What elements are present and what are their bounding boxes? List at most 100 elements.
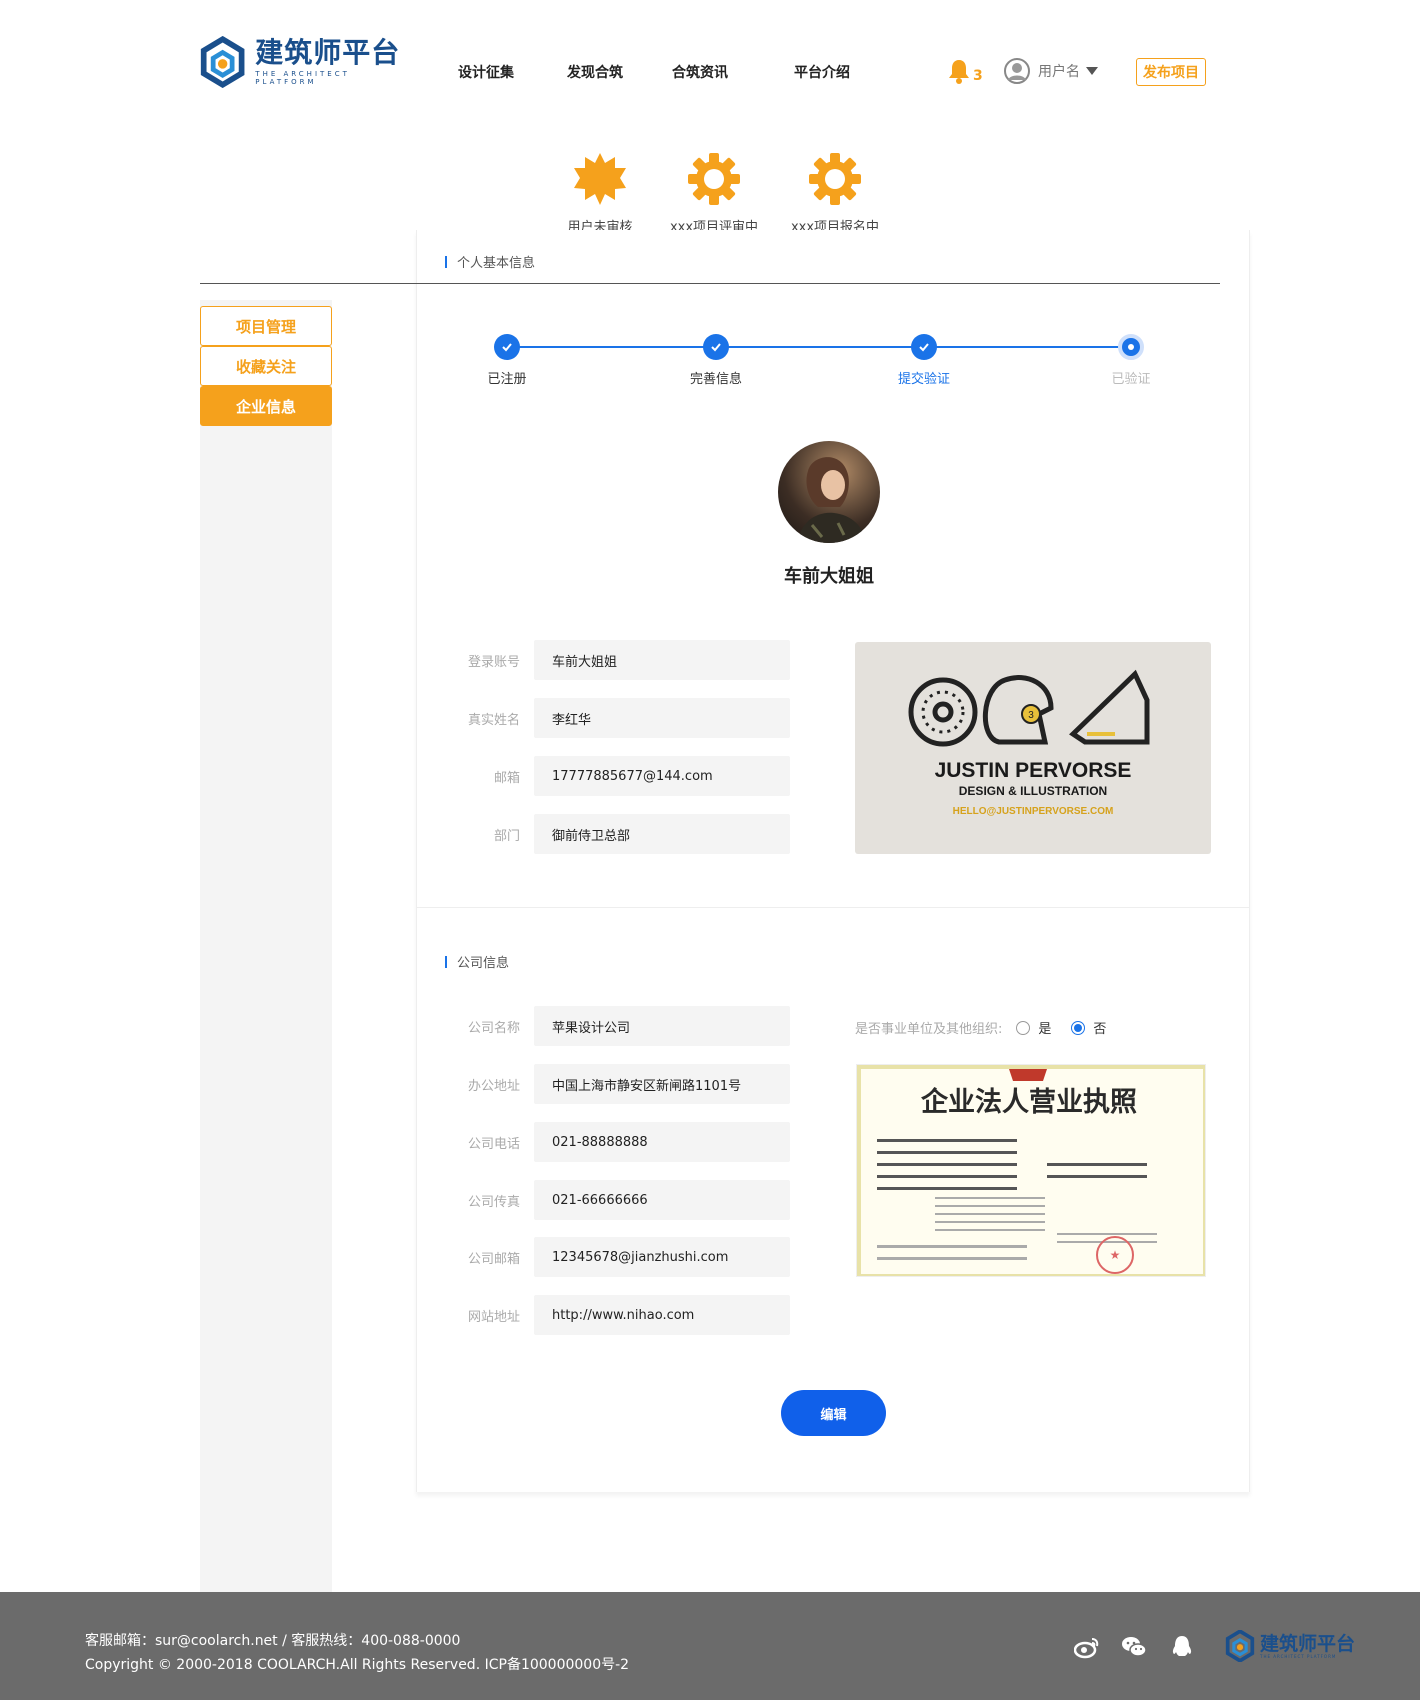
field-label: 部门 — [493, 828, 520, 844]
nav-discover[interactable]: 发现合筑 — [567, 62, 672, 82]
bell-icon — [949, 60, 969, 84]
step-current-dot — [1128, 344, 1134, 350]
step-label: 已验证 — [1111, 372, 1151, 387]
check-icon — [711, 343, 721, 352]
badge-burst-icon — [574, 153, 626, 205]
sidebar-item-project-management[interactable]: 项目管理 — [200, 306, 332, 346]
public-unit-radio-group: 是否事业单位及其他组织: 是 否 — [855, 1018, 1106, 1037]
radio-yes[interactable]: 是 — [1016, 1018, 1051, 1037]
sidebar-item-favorites[interactable]: 收藏关注 — [200, 346, 332, 386]
field-label: 公司邮箱 — [467, 1251, 520, 1267]
business-card-photo: 3 JUSTIN PERVORSE DESIGN & ILLUSTRATION … — [855, 642, 1211, 854]
section-title-text: 公司信息 — [457, 956, 510, 971]
footer-logo-text: 建筑师平台 — [1260, 1632, 1356, 1655]
department-input[interactable]: 御前侍卫总部 — [534, 814, 790, 854]
user-avatar-icon — [1004, 58, 1030, 84]
gear-icon — [688, 153, 740, 205]
real-name-input[interactable]: 李红华 — [534, 698, 790, 738]
step-connector — [507, 346, 1119, 348]
field-label: 办公地址 — [467, 1078, 520, 1094]
radio-checked-icon — [1071, 1020, 1086, 1035]
card-subtitle: DESIGN & ILLUSTRATION — [959, 784, 1107, 798]
profile-name: 车前大姐姐 — [784, 566, 874, 587]
section-marker — [445, 255, 447, 268]
header: 建筑师平台 THE ARCHITECT PLATFORM 设计征集 发现合筑 合… — [0, 0, 1420, 140]
step-done-registered — [494, 334, 520, 360]
nav-about[interactable]: 平台介绍 — [794, 62, 874, 82]
nav-news[interactable]: 合筑资讯 — [672, 62, 794, 82]
company-phone-input[interactable]: 021-88888888 — [534, 1122, 790, 1162]
notification-count: 3 — [973, 68, 983, 84]
svg-text:★: ★ — [1110, 1248, 1121, 1262]
gear-icon — [809, 153, 861, 205]
section-title-personal: 个人基本信息 — [445, 252, 535, 271]
step-label: 完善信息 — [689, 372, 743, 387]
logo[interactable]: 建筑师平台 THE ARCHITECT PLATFORM — [198, 36, 408, 88]
footer-logo[interactable]: 建筑师平台 THE ARCHITECT PLATFORM — [1224, 1630, 1360, 1662]
radio-no[interactable]: 否 — [1071, 1018, 1106, 1037]
user-menu[interactable]: 用户名 — [1004, 58, 1098, 84]
footer: 客服邮箱：sur@coolarch.net / 客服热线：400-088-000… — [0, 1592, 1420, 1700]
footer-logo-subtitle: THE ARCHITECT PLATFORM — [1260, 1653, 1337, 1659]
step-done-profile — [703, 334, 729, 360]
field-company-phone: 公司电话 021-88888888 — [426, 1122, 790, 1162]
radio-label: 否 — [1093, 1022, 1107, 1037]
logo-text: 建筑师平台 — [255, 36, 401, 69]
step-label: 提交验证 — [897, 372, 951, 387]
field-real-name: 真实姓名 李红华 — [426, 698, 790, 738]
business-license-image[interactable]: 企业法人营业执照 ★ — [856, 1064, 1206, 1277]
check-icon — [502, 343, 512, 352]
field-email: 邮箱 17777885677@144.com — [426, 756, 790, 796]
logo-mark-icon — [1225, 1630, 1255, 1662]
publish-project-button[interactable]: 发布项目 — [1136, 58, 1206, 86]
field-label: 登录账号 — [467, 654, 520, 670]
radio-label: 是 — [1038, 1022, 1052, 1037]
company-email-input[interactable]: 12345678@jianzhushi.com — [534, 1237, 790, 1277]
company-fax-input[interactable]: 021-66666666 — [534, 1180, 790, 1220]
section-title-company: 公司信息 — [445, 952, 509, 971]
header-divider — [200, 283, 1220, 284]
business-card-image[interactable]: 3 JUSTIN PERVORSE DESIGN & ILLUSTRATION … — [855, 642, 1211, 854]
footer-copyright: Copyright © 2000-2018 COOLARCH.All Right… — [85, 1657, 630, 1673]
login-account-input[interactable]: 车前大姐姐 — [534, 640, 790, 680]
status-project-registering[interactable]: xxx项目报名中 — [780, 152, 890, 235]
svg-text:3: 3 — [1028, 710, 1034, 721]
field-department: 部门 御前侍卫总部 — [426, 814, 790, 854]
email-input[interactable]: 17777885677@144.com — [534, 756, 790, 796]
field-company-email: 公司邮箱 12345678@jianzhushi.com — [426, 1237, 790, 1277]
qq-icon[interactable] — [1169, 1634, 1195, 1660]
sidebar: 项目管理 收藏关注 企业信息 — [200, 300, 332, 1592]
company-name-input[interactable]: 苹果设计公司 — [534, 1006, 790, 1046]
field-label: 公司传真 — [467, 1194, 520, 1210]
footer-contact: 客服邮箱：sur@coolarch.net / 客服热线：400-088-000… — [85, 1633, 461, 1649]
field-label: 公司电话 — [467, 1136, 520, 1152]
weibo-icon[interactable] — [1074, 1634, 1100, 1660]
status-user-unreviewed[interactable]: 用户未审核 — [552, 152, 648, 235]
logo-subtitle: THE ARCHITECT PLATFORM — [255, 70, 350, 86]
website-input[interactable]: http://www.nihao.com — [534, 1295, 790, 1335]
section-separator — [416, 907, 1250, 908]
card-name: JUSTIN PERVORSE — [935, 759, 1132, 782]
section-marker — [445, 955, 447, 968]
nav-design-collection[interactable]: 设计征集 — [458, 62, 567, 82]
status-project-reviewing[interactable]: xxx项目评审中 — [648, 152, 780, 235]
step-current-verified — [1118, 334, 1144, 360]
field-label: 公司名称 — [467, 1020, 520, 1036]
notifications[interactable]: 3 — [947, 58, 983, 84]
field-label: 网站地址 — [467, 1309, 520, 1325]
edit-button[interactable]: 编辑 — [781, 1390, 886, 1436]
step-label: 已注册 — [487, 372, 527, 387]
office-address-input[interactable]: 中国上海市静安区新闸路1101号 — [534, 1064, 790, 1104]
field-company-name: 公司名称 苹果设计公司 — [426, 1006, 790, 1046]
profile-avatar[interactable] — [778, 441, 880, 543]
sidebar-item-company-info[interactable]: 企业信息 — [200, 386, 332, 426]
field-login-account: 登录账号 车前大姐姐 — [426, 640, 790, 680]
verification-stepper: 已注册 完善信息 提交验证 已验证 — [487, 334, 1151, 387]
radio-unchecked-icon — [1016, 1020, 1031, 1035]
card-email: HELLO@JUSTINPERVORSE.COM — [953, 806, 1114, 817]
radio-question: 是否事业单位及其他组织: — [855, 1022, 1003, 1037]
field-label: 邮箱 — [493, 770, 520, 786]
section-title-text: 个人基本信息 — [457, 256, 536, 271]
wechat-icon[interactable] — [1121, 1634, 1147, 1660]
chevron-down-icon — [1086, 67, 1098, 75]
